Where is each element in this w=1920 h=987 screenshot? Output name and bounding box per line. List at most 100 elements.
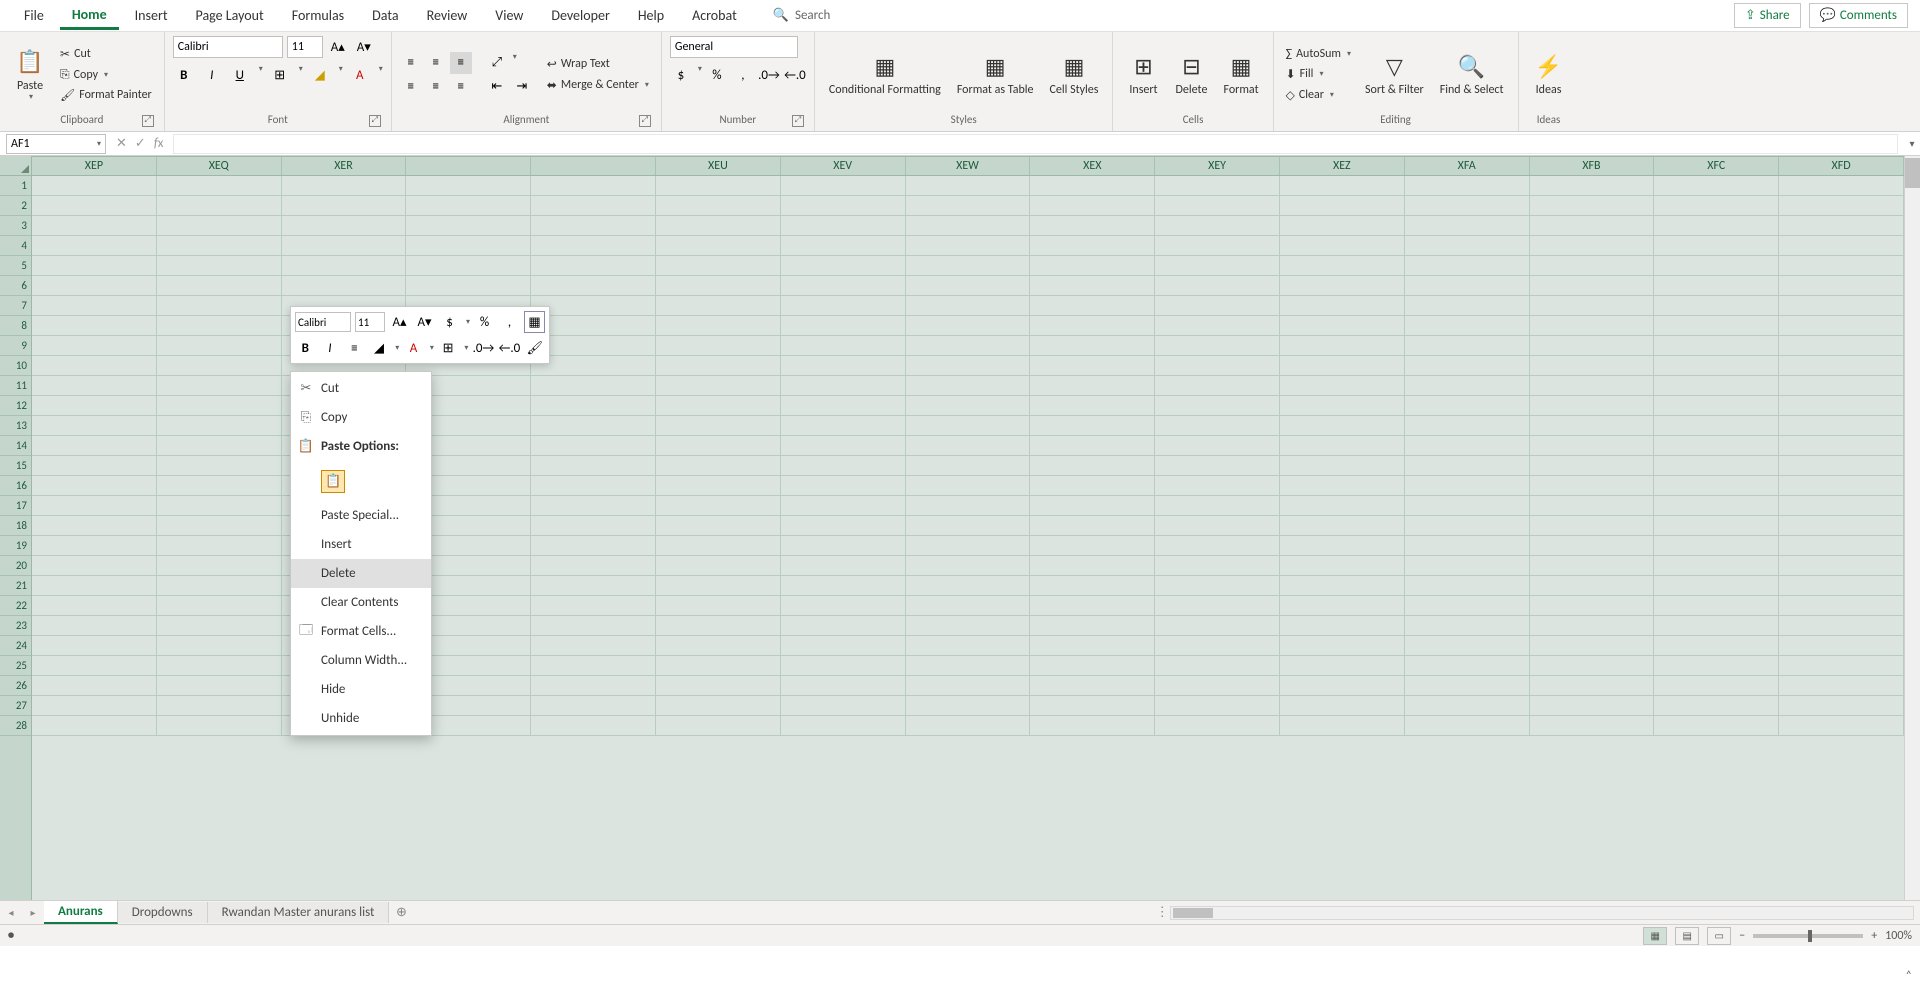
cell[interactable] bbox=[1030, 356, 1155, 376]
cell[interactable] bbox=[781, 636, 906, 656]
column-header[interactable]: XFC bbox=[1654, 157, 1779, 175]
row-header[interactable]: 5 bbox=[0, 256, 31, 276]
cell[interactable] bbox=[32, 436, 157, 456]
cell[interactable] bbox=[1530, 636, 1655, 656]
cell[interactable] bbox=[906, 496, 1031, 516]
align-right-button[interactable]: ≡ bbox=[450, 76, 472, 98]
mini-comma[interactable]: , bbox=[499, 311, 520, 333]
cell[interactable] bbox=[1530, 656, 1655, 676]
cell[interactable] bbox=[781, 296, 906, 316]
cell[interactable] bbox=[1654, 696, 1779, 716]
row-header[interactable]: 21 bbox=[0, 576, 31, 596]
cell[interactable] bbox=[781, 336, 906, 356]
cell[interactable] bbox=[32, 176, 157, 196]
cell[interactable] bbox=[32, 596, 157, 616]
cell[interactable] bbox=[1155, 576, 1280, 596]
cell[interactable] bbox=[1030, 236, 1155, 256]
tab-home[interactable]: Home bbox=[60, 2, 119, 30]
cell[interactable] bbox=[906, 696, 1031, 716]
cell[interactable] bbox=[1155, 336, 1280, 356]
mini-italic[interactable]: I bbox=[320, 337, 341, 359]
enter-formula-button[interactable]: ✓ bbox=[135, 136, 146, 151]
cell[interactable] bbox=[1654, 416, 1779, 436]
cell[interactable] bbox=[656, 496, 781, 516]
row-header[interactable]: 10 bbox=[0, 356, 31, 376]
row-header[interactable]: 15 bbox=[0, 456, 31, 476]
cell[interactable] bbox=[1654, 616, 1779, 636]
find-select-button[interactable]: 🔍Find & Select bbox=[1434, 49, 1510, 99]
cell[interactable] bbox=[1779, 336, 1904, 356]
cell[interactable] bbox=[1155, 556, 1280, 576]
cell[interactable] bbox=[32, 696, 157, 716]
cell[interactable] bbox=[282, 236, 407, 256]
tab-pagelayout[interactable]: Page Layout bbox=[184, 3, 276, 28]
cell[interactable] bbox=[1280, 696, 1405, 716]
column-header[interactable]: XFA bbox=[1405, 157, 1530, 175]
cell[interactable] bbox=[1405, 396, 1530, 416]
column-header[interactable]: XEP bbox=[32, 157, 157, 175]
cell[interactable] bbox=[1405, 676, 1530, 696]
cell[interactable] bbox=[531, 436, 656, 456]
cell[interactable] bbox=[1654, 476, 1779, 496]
number-dialog-launcher[interactable]: ⤢ bbox=[792, 115, 804, 127]
cell[interactable] bbox=[1405, 716, 1530, 736]
tab-review[interactable]: Review bbox=[415, 3, 480, 28]
cell[interactable] bbox=[656, 396, 781, 416]
cell[interactable] bbox=[531, 196, 656, 216]
wrap-text-button[interactable]: ↩Wrap Text bbox=[543, 55, 653, 74]
cell[interactable] bbox=[1155, 276, 1280, 296]
row-header[interactable]: 24 bbox=[0, 636, 31, 656]
cell[interactable] bbox=[1530, 256, 1655, 276]
cell[interactable] bbox=[1530, 616, 1655, 636]
font-size-input[interactable] bbox=[287, 36, 323, 58]
column-header[interactable]: XEZ bbox=[1280, 157, 1405, 175]
cell[interactable] bbox=[406, 196, 531, 216]
row-header[interactable]: 25 bbox=[0, 656, 31, 676]
cell[interactable] bbox=[157, 496, 282, 516]
cell[interactable] bbox=[1280, 336, 1405, 356]
cell[interactable] bbox=[906, 276, 1031, 296]
mini-decrease-font[interactable]: A▾ bbox=[414, 311, 435, 333]
cell[interactable] bbox=[656, 436, 781, 456]
column-header[interactable]: XEU bbox=[656, 157, 781, 175]
cell[interactable] bbox=[1280, 396, 1405, 416]
cell[interactable] bbox=[1280, 436, 1405, 456]
font-name-input[interactable] bbox=[173, 36, 283, 58]
cell[interactable] bbox=[1155, 416, 1280, 436]
cell[interactable] bbox=[781, 256, 906, 276]
cell[interactable] bbox=[656, 316, 781, 336]
cell[interactable] bbox=[1405, 456, 1530, 476]
tab-data[interactable]: Data bbox=[360, 3, 410, 28]
underline-button[interactable]: U bbox=[229, 64, 251, 86]
normal-view-button[interactable]: ▦ bbox=[1643, 927, 1667, 945]
cell[interactable] bbox=[1779, 676, 1904, 696]
conditional-formatting-button[interactable]: ▦Conditional Formatting bbox=[823, 49, 947, 99]
cell[interactable] bbox=[1405, 296, 1530, 316]
cell[interactable] bbox=[1530, 216, 1655, 236]
cell[interactable] bbox=[1155, 616, 1280, 636]
cell[interactable] bbox=[531, 636, 656, 656]
cell[interactable] bbox=[531, 556, 656, 576]
cell[interactable] bbox=[531, 216, 656, 236]
mini-fillcolor[interactable]: ◢ bbox=[369, 337, 390, 359]
cell[interactable] bbox=[781, 696, 906, 716]
cell[interactable] bbox=[906, 476, 1031, 496]
cell[interactable] bbox=[1280, 296, 1405, 316]
formula-bar-expand-button[interactable]: ▾ bbox=[1904, 137, 1920, 150]
cell[interactable] bbox=[1654, 536, 1779, 556]
cell[interactable] bbox=[1155, 176, 1280, 196]
cell[interactable] bbox=[1654, 256, 1779, 276]
cell[interactable] bbox=[906, 176, 1031, 196]
tab-file[interactable]: File bbox=[12, 3, 56, 28]
cell[interactable] bbox=[906, 516, 1031, 536]
row-header[interactable]: 13 bbox=[0, 416, 31, 436]
sheet-nav-next[interactable]: ▸ bbox=[22, 906, 44, 919]
cell[interactable] bbox=[1654, 496, 1779, 516]
cell[interactable] bbox=[157, 376, 282, 396]
horizontal-scrollbar[interactable] bbox=[1170, 906, 1914, 920]
cell[interactable] bbox=[531, 596, 656, 616]
cell[interactable] bbox=[1405, 216, 1530, 236]
cell[interactable] bbox=[1030, 336, 1155, 356]
cell[interactable] bbox=[781, 236, 906, 256]
cell[interactable] bbox=[656, 456, 781, 476]
